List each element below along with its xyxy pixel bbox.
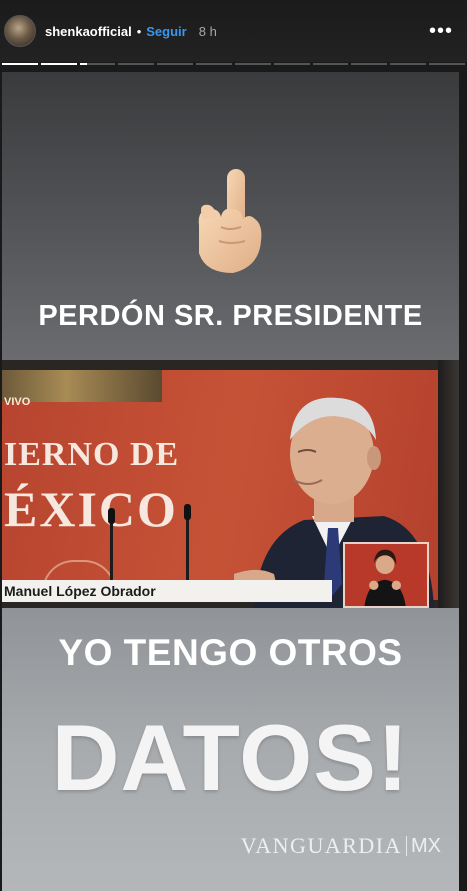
caption-yo-tengo: YO TENGO OTROS xyxy=(58,632,403,673)
tv-screen: VIVO IERNO DE ÉXICO Manuel López Obrador xyxy=(2,370,452,608)
sign-interpreter-inset xyxy=(343,542,429,608)
story-progress-bar xyxy=(2,63,465,65)
story-viewer: shenkaofficial • Seguir 8 h ••• PERDÓN S… xyxy=(0,0,467,891)
story-content[interactable]: PERDÓN SR. PRESIDENTE VIVO IERNO DE ÉXIC… xyxy=(2,72,459,891)
caption-perdon: PERDÓN SR. PRESIDENTE xyxy=(38,300,423,332)
progress-segment xyxy=(196,63,232,65)
microphone-left-head xyxy=(108,508,115,524)
progress-segment xyxy=(234,63,271,65)
tv-screen-photo: VIVO IERNO DE ÉXICO Manuel López Obrador xyxy=(2,360,459,608)
caption-datos: DATOS! xyxy=(51,705,410,810)
watermark-suffix: MX xyxy=(411,834,441,857)
progress-segment xyxy=(390,63,427,65)
progress-segment xyxy=(351,63,388,65)
progress-segment xyxy=(429,63,465,65)
story-header: shenkaofficial • Seguir 8 h ••• xyxy=(0,0,467,62)
watermark-name: VANGUARDIA xyxy=(240,833,402,858)
progress-segment xyxy=(40,63,77,65)
pointing-up-emoji-icon xyxy=(198,169,262,273)
post-time: 8 h xyxy=(198,23,217,39)
microphone-right-head xyxy=(184,504,191,520)
separator-dot: • xyxy=(136,23,142,39)
progress-segment xyxy=(312,63,349,65)
progress-segment-fill xyxy=(79,63,87,65)
microphone-left xyxy=(110,520,113,584)
watermark-separator xyxy=(406,836,407,856)
progress-segment-fill xyxy=(2,63,38,65)
username[interactable]: shenkaofficial xyxy=(45,24,132,39)
tv-bezel xyxy=(438,360,459,608)
progress-segment xyxy=(2,63,38,65)
gobierno-text: IERNO DE xyxy=(4,436,180,473)
live-label: VIVO xyxy=(4,396,31,408)
progress-segment-fill xyxy=(40,63,77,65)
speaker-name-bar: Manuel López Obrador xyxy=(2,580,332,602)
microphone-right xyxy=(186,516,189,584)
progress-segment xyxy=(118,63,155,65)
more-options-icon[interactable]: ••• xyxy=(429,21,453,41)
progress-segment xyxy=(79,63,116,65)
progress-segment xyxy=(273,63,310,65)
progress-segment xyxy=(157,63,194,65)
vanguardia-watermark: VANGUARDIA MX xyxy=(241,833,441,859)
avatar[interactable] xyxy=(4,15,36,47)
mexico-text: ÉXICO xyxy=(4,481,178,537)
follow-button[interactable]: Seguir xyxy=(146,24,186,39)
